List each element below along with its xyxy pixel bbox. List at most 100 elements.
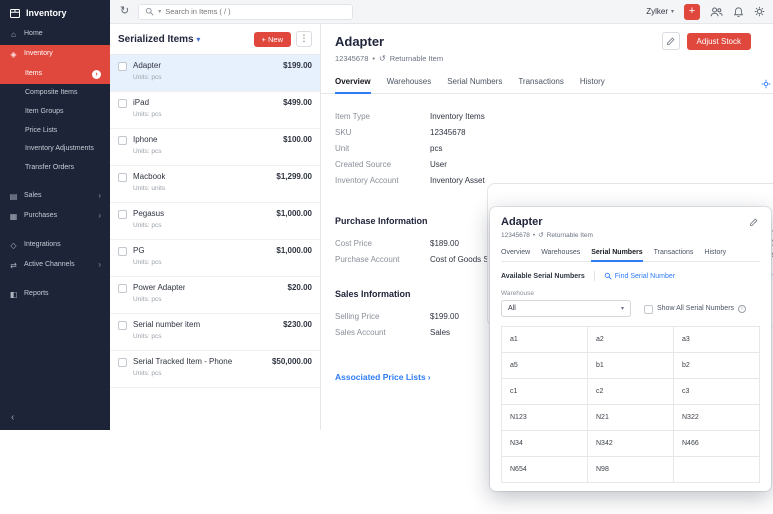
sidebar-item-price-lists[interactable]: Price Lists: [0, 122, 110, 141]
bullet-separator: •: [372, 54, 376, 63]
tab-transactions[interactable]: Transactions: [518, 72, 564, 93]
show-all-serials-checkbox[interactable]: [644, 304, 653, 314]
returnable-label: Returnable Item: [389, 54, 444, 63]
search-scope-caret-icon[interactable]: ▾: [158, 9, 161, 15]
item-name: iPad: [133, 98, 150, 107]
list-item[interactable]: PG Units: pcs $1,000.00: [110, 240, 320, 277]
serial-cell: N322: [673, 404, 760, 431]
sidebar-item-composite-items[interactable]: Composite Items: [0, 84, 110, 103]
refresh-icon[interactable]: ↻: [120, 6, 129, 17]
item-checkbox[interactable]: [118, 99, 127, 108]
list-item[interactable]: Pegasus Units: pcs $1,000.00: [110, 203, 320, 240]
chevron-right-icon: ›: [98, 259, 101, 269]
item-checkbox[interactable]: [118, 173, 127, 182]
item-name: Pegasus: [133, 209, 165, 218]
item-name: Power Adapter: [133, 283, 186, 292]
integrations-icon: ◇: [10, 240, 17, 250]
item-checkbox[interactable]: [118, 284, 127, 293]
info-icon[interactable]: i: [738, 304, 747, 313]
list-item[interactable]: Adapter Units: pcs $199.00: [110, 55, 320, 92]
org-selector[interactable]: Zylker ▾: [646, 7, 674, 16]
list-item[interactable]: iPad Units: pcs $499.00: [110, 92, 320, 129]
topbar-right: Zylker ▾ +: [646, 3, 765, 20]
items-list-panel: Serialized Items ▾ + New ⋮ Adapter Units…: [110, 24, 321, 430]
list-header: Serialized Items ▾ + New ⋮: [110, 24, 320, 54]
item-price: $50,000.00: [271, 357, 312, 366]
item-price: $20.00: [287, 283, 312, 292]
tab-serial-numbers[interactable]: Serial Numbers: [591, 246, 643, 262]
serial-cell: N466: [673, 430, 760, 457]
caret-down-icon: ▾: [620, 305, 624, 312]
tab-transactions[interactable]: Transactions: [654, 246, 694, 261]
adjust-stock-button[interactable]: Adjust Stock: [686, 32, 751, 50]
find-serial-number-link[interactable]: Find Serial Number: [604, 272, 675, 280]
sidebar-item-items[interactable]: Items ›: [0, 65, 110, 84]
item-name: Iphone: [133, 135, 158, 144]
sidebar-collapse-button[interactable]: ‹: [0, 405, 110, 430]
item-checkbox[interactable]: [118, 321, 127, 330]
sidebar-item-purchases[interactable]: ▦ Purchases ›: [0, 207, 110, 227]
item-units: Units: pcs: [133, 74, 162, 81]
sidebar-nav: ⌂ Home ◈ Inventory Items › Composite Ite…: [0, 25, 110, 305]
notifications-bell-icon[interactable]: [733, 6, 744, 18]
associated-price-lists-link[interactable]: Associated Price Lists ›: [335, 372, 431, 382]
warehouse-select[interactable]: All ▾: [501, 300, 631, 317]
bullet-separator: •: [532, 231, 536, 239]
active-item-chevron-icon: ›: [92, 70, 101, 79]
list-item[interactable]: Serial Tracked Item - Phone Units: pcs $…: [110, 351, 320, 388]
serial-row: a1 a2 a3: [501, 326, 760, 353]
sidebar-item-sales[interactable]: ▤ Sales ›: [0, 187, 110, 207]
app-logo[interactable]: Inventory: [0, 0, 110, 25]
sidebar-item-active-channels[interactable]: ⇄ Active Channels ›: [0, 256, 110, 276]
item-price: $230.00: [283, 320, 312, 329]
tab-overview[interactable]: Overview: [501, 246, 530, 261]
serial-cell: N654: [501, 456, 588, 483]
tab-overview[interactable]: Overview: [335, 72, 371, 94]
items-list: Adapter Units: pcs $199.00 iPad Units: p…: [110, 54, 320, 388]
tab-warehouses[interactable]: Warehouses: [387, 72, 432, 93]
detail-tabs: Overview Warehouses Serial Numbers Trans…: [321, 72, 773, 94]
tab-settings-icon[interactable]: [761, 79, 771, 89]
serial-row: N123 N21 N322: [501, 404, 760, 431]
quick-create-button[interactable]: +: [684, 3, 700, 20]
list-view-selector[interactable]: Serialized Items ▾: [118, 34, 200, 45]
available-serials-heading: Available Serial Numbers: [501, 272, 585, 280]
sidebar-item-item-groups[interactable]: Item Groups: [0, 103, 110, 122]
sidebar-item-inventory[interactable]: ◈ Inventory: [0, 45, 110, 65]
tab-history[interactable]: History: [704, 246, 726, 261]
list-item[interactable]: Macbook Units: units $1,299.00: [110, 166, 320, 203]
item-price: $199.00: [283, 61, 312, 70]
item-checkbox[interactable]: [118, 210, 127, 219]
page-title: Adapter: [335, 33, 385, 49]
serial-cell: N123: [501, 404, 588, 431]
edit-item-button[interactable]: [749, 218, 760, 227]
new-item-button[interactable]: + New: [253, 31, 291, 47]
list-item[interactable]: Power Adapter Units: pcs $20.00: [110, 277, 320, 314]
sidebar-item-inventory-adjustments[interactable]: Inventory Adjustments: [0, 140, 110, 159]
tab-history[interactable]: History: [580, 72, 605, 93]
sidebar-item-reports[interactable]: ◧ Reports: [0, 285, 110, 305]
tab-serial-numbers[interactable]: Serial Numbers: [447, 72, 502, 93]
item-checkbox[interactable]: [118, 136, 127, 145]
item-price: $499.00: [283, 98, 312, 107]
tab-warehouses[interactable]: Warehouses: [541, 246, 580, 261]
serial-cell: N21: [587, 404, 674, 431]
caret-down-icon: ▾: [196, 34, 201, 44]
users-icon[interactable]: [710, 6, 723, 18]
item-checkbox[interactable]: [118, 247, 127, 256]
search-input[interactable]: [165, 7, 347, 16]
global-search[interactable]: ▾: [138, 3, 354, 20]
item-checkbox[interactable]: [118, 358, 127, 367]
list-more-menu-button[interactable]: ⋮: [296, 31, 312, 47]
item-price: $1,000.00: [276, 209, 312, 218]
list-item[interactable]: Iphone Units: pcs $100.00: [110, 129, 320, 166]
sidebar-item-home[interactable]: ⌂ Home: [0, 25, 110, 45]
sidebar-item-integrations[interactable]: ◇ Integrations: [0, 236, 110, 256]
list-item[interactable]: Serial number item Units: pcs $230.00: [110, 314, 320, 351]
item-checkbox[interactable]: [118, 62, 127, 71]
sidebar-item-transfer-orders[interactable]: Transfer Orders: [0, 159, 110, 178]
edit-item-button[interactable]: [661, 32, 680, 50]
item-units: Units: pcs: [133, 259, 162, 266]
settings-gear-icon[interactable]: [754, 6, 765, 17]
item-name: Serial Tracked Item - Phone: [133, 357, 233, 366]
